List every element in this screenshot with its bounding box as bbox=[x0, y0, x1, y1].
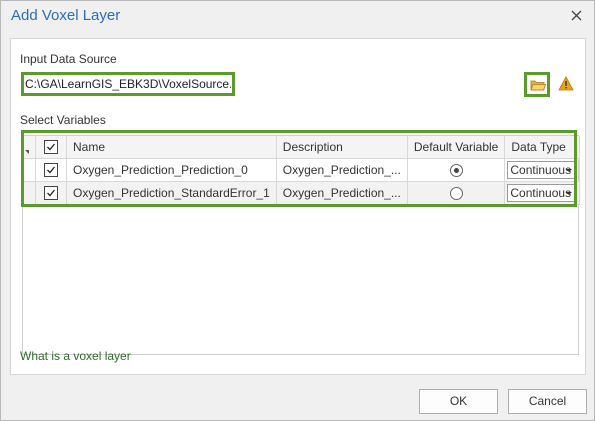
select-variables-label: Select Variables bbox=[20, 113, 106, 127]
cancel-button[interactable]: Cancel bbox=[508, 389, 587, 414]
content-panel: Input Data Source Select Variables bbox=[10, 38, 586, 375]
input-data-source-label: Input Data Source bbox=[20, 52, 117, 66]
default-variable-cell[interactable] bbox=[407, 158, 506, 182]
title-bar: Add Voxel Layer bbox=[1, 1, 594, 31]
ok-button[interactable]: OK bbox=[419, 389, 498, 414]
table-row[interactable]: Oxygen_Prediction_StandardError_1 Oxygen… bbox=[23, 181, 581, 205]
dropdown-caret-icon bbox=[566, 169, 573, 172]
default-variable-radio[interactable] bbox=[449, 164, 463, 178]
row-checkbox[interactable] bbox=[44, 186, 58, 201]
row-checkbox-cell[interactable] bbox=[35, 158, 67, 182]
row-indicator bbox=[23, 158, 36, 182]
data-type-cell[interactable]: Continuous bbox=[504, 158, 581, 182]
checkmark-icon bbox=[47, 143, 56, 151]
dialog-title: Add Voxel Layer bbox=[11, 7, 121, 24]
variables-table: Name Description Default Variable Data T… bbox=[23, 136, 581, 205]
row-indicator bbox=[23, 181, 36, 205]
select-all-checkbox-cell[interactable] bbox=[35, 136, 67, 159]
corner-triangle-icon bbox=[25, 150, 29, 154]
data-type-dropdown[interactable]: Continuous bbox=[507, 184, 578, 202]
folder-icon bbox=[530, 80, 546, 91]
variable-description: Oxygen_Prediction_... bbox=[276, 158, 408, 182]
variable-name: Oxygen_Prediction_Prediction_0 bbox=[66, 158, 277, 182]
column-header-default-variable[interactable]: Default Variable bbox=[407, 136, 506, 159]
checkmark-icon bbox=[47, 166, 56, 174]
select-all-checkbox[interactable] bbox=[44, 140, 58, 155]
default-variable-cell[interactable] bbox=[407, 181, 506, 205]
table-row[interactable]: Oxygen_Prediction_Prediction_0 Oxygen_Pr… bbox=[23, 158, 581, 182]
checkmark-icon bbox=[47, 189, 56, 197]
column-header-data-type[interactable]: Data Type bbox=[504, 136, 581, 159]
row-header-corner bbox=[23, 136, 36, 159]
default-variable-radio[interactable] bbox=[449, 187, 463, 201]
help-link[interactable]: What is a voxel layer bbox=[20, 349, 131, 363]
data-type-value: Continuous bbox=[510, 163, 572, 177]
table-header-row: Name Description Default Variable Data T… bbox=[23, 136, 581, 159]
data-type-value: Continuous bbox=[510, 186, 572, 200]
row-checkbox-cell[interactable] bbox=[35, 181, 67, 205]
column-header-name[interactable]: Name bbox=[66, 136, 277, 159]
variable-name: Oxygen_Prediction_StandardError_1 bbox=[66, 181, 277, 205]
column-header-description[interactable]: Description bbox=[276, 136, 408, 159]
dropdown-caret-icon bbox=[566, 192, 573, 195]
input-data-source-input[interactable] bbox=[24, 75, 231, 93]
close-icon[interactable] bbox=[568, 7, 586, 25]
row-checkbox[interactable] bbox=[44, 163, 58, 178]
data-type-dropdown[interactable]: Continuous bbox=[507, 161, 578, 179]
warning-icon bbox=[558, 76, 574, 94]
browse-button[interactable] bbox=[524, 72, 550, 97]
variable-description: Oxygen_Prediction_... bbox=[276, 181, 408, 205]
data-type-cell[interactable]: Continuous bbox=[504, 181, 581, 205]
input-data-source-field[interactable] bbox=[21, 72, 235, 96]
add-voxel-layer-dialog: Add Voxel Layer Input Data Source Sel bbox=[0, 0, 595, 421]
variables-grid: Name Description Default Variable Data T… bbox=[22, 135, 581, 355]
